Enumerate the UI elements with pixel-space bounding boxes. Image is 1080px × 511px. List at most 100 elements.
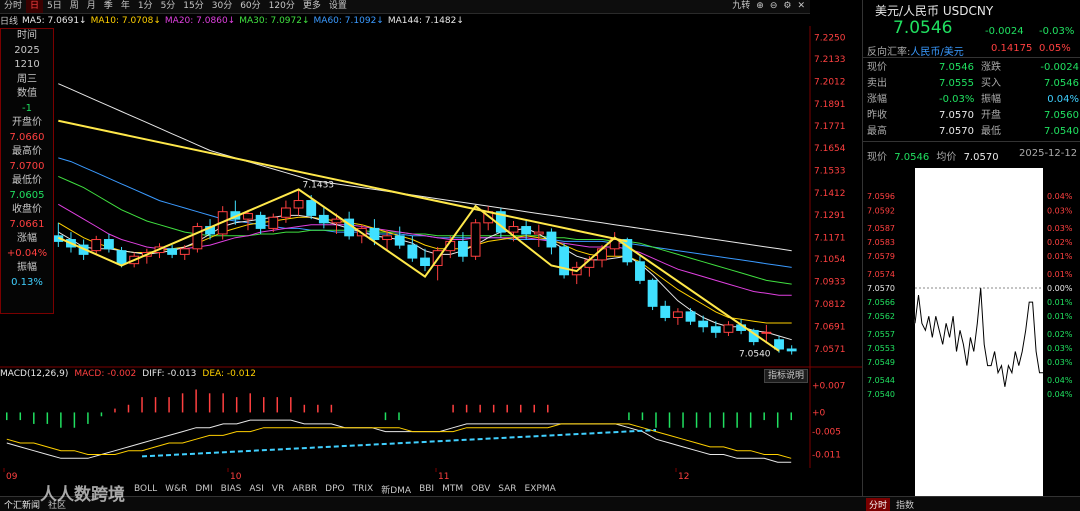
ma-legend-item: MA144: 7.1482↓ bbox=[387, 15, 464, 26]
intraday-pct-tick: 0.04% bbox=[1047, 376, 1073, 385]
candle-body bbox=[280, 207, 291, 218]
candle-body bbox=[559, 246, 570, 276]
indicator-tab[interactable]: ARBR bbox=[288, 484, 321, 494]
close-icon[interactable]: ✕ bbox=[794, 0, 808, 13]
quote-label: 振幅 bbox=[981, 94, 1001, 105]
info-line: -1 bbox=[22, 102, 32, 114]
info-line: 振幅 bbox=[17, 262, 37, 273]
y-tick-label: 7.1054 bbox=[814, 255, 846, 265]
macd-y-tick: -0.011 bbox=[812, 451, 841, 461]
indicator-tab[interactable]: BOLL bbox=[130, 484, 161, 494]
indicator-tab[interactable]: MTM bbox=[438, 484, 467, 494]
candle-body bbox=[116, 250, 127, 265]
intraday-chart[interactable]: 7.0596 0.04% 7.0592 0.03% 7.0587 0.03% 7.0583 0… bbox=[863, 168, 1080, 496]
candle-body bbox=[255, 214, 266, 229]
period-tab[interactable]: 设置 bbox=[325, 0, 351, 13]
candle-body bbox=[91, 239, 102, 252]
candle-body bbox=[635, 261, 645, 281]
period-tab[interactable]: 5分 bbox=[157, 0, 180, 13]
indicator-tab[interactable]: OBV bbox=[467, 484, 494, 494]
quote-label: 卖出 bbox=[867, 78, 887, 89]
macd-chart[interactable]: +0.007 +0 -0.005 -0.011 bbox=[0, 368, 862, 468]
indicator-tab[interactable]: EXPMA bbox=[521, 484, 560, 494]
high-annotation: 7.1433 bbox=[303, 180, 335, 190]
candle-body bbox=[508, 226, 519, 233]
tab-index[interactable]: 指数 bbox=[890, 498, 920, 511]
candle-body bbox=[672, 311, 683, 318]
info-line: 涨幅 bbox=[17, 233, 37, 244]
period-tab[interactable]: 周 bbox=[66, 0, 83, 13]
quote-date: 2025-12-12 bbox=[1019, 148, 1078, 159]
indicator-tab[interactable]: W&R bbox=[161, 484, 191, 494]
indicator-tab[interactable]: TRIX bbox=[349, 484, 378, 494]
indicator-tab[interactable]: DPO bbox=[321, 484, 348, 494]
candle-body bbox=[660, 305, 671, 318]
info-line: 7.0605 bbox=[9, 189, 45, 201]
avg-price-label: 均价 bbox=[936, 152, 957, 163]
divergence-trend-line bbox=[141, 429, 657, 458]
x-tick-label: 12 bbox=[678, 472, 689, 482]
nine-turn-button[interactable]: 九转 bbox=[729, 0, 753, 13]
period-tab[interactable]: 60分 bbox=[236, 0, 264, 13]
quote-row: 卖出 7.0555 买入 7.0546 bbox=[867, 76, 1079, 92]
quote-label: 昨收 bbox=[867, 110, 887, 121]
quote-label: 买入 bbox=[981, 78, 1001, 89]
intraday-y-tick: 7.0583 bbox=[867, 238, 895, 247]
candle-body bbox=[647, 279, 658, 307]
period-tab[interactable]: 15分 bbox=[179, 0, 207, 13]
indicator-tab[interactable]: BBI bbox=[415, 484, 438, 494]
period-tab[interactable]: 1分 bbox=[134, 0, 157, 13]
info-line: 2025 bbox=[14, 44, 40, 56]
candle-body bbox=[786, 348, 797, 352]
zoom-in-icon[interactable]: ⊕ bbox=[753, 0, 767, 13]
period-tab[interactable]: 更多 bbox=[299, 0, 325, 13]
candle-body bbox=[698, 320, 709, 328]
period-tab[interactable]: 5日 bbox=[43, 0, 66, 13]
info-line: 0.13% bbox=[11, 276, 43, 288]
indicator-tab[interactable]: ASI bbox=[245, 484, 268, 494]
tab-intraday[interactable]: 分时 bbox=[866, 498, 891, 511]
period-tab[interactable]: 年 bbox=[117, 0, 134, 13]
quote-label: 涨跌 bbox=[981, 62, 1001, 73]
candle-body bbox=[167, 248, 178, 255]
tab-news[interactable]: 个汇新闻 bbox=[0, 498, 44, 511]
period-tab[interactable]: 分时 bbox=[0, 0, 26, 13]
candlestick-chart[interactable]: 7.2250 7.2133 7.2012 7.1891 7.1771 7.1654 7.15… bbox=[0, 26, 862, 368]
period-tab[interactable]: 120分 bbox=[265, 0, 299, 13]
indicator-tab[interactable]: 新DMA bbox=[377, 483, 415, 496]
period-tab[interactable]: 日 bbox=[26, 0, 44, 13]
indicator-tab[interactable]: BIAS bbox=[217, 484, 246, 494]
info-line: 周三 bbox=[17, 73, 37, 85]
quote-label: 涨幅 bbox=[867, 94, 887, 105]
indicator-tab[interactable]: SAR bbox=[494, 484, 520, 494]
info-line: 7.0700 bbox=[9, 160, 45, 172]
indicator-tab[interactable]: DMI bbox=[191, 484, 216, 494]
live-price: 7.0546 bbox=[894, 152, 930, 163]
zoom-out-icon[interactable]: ⊖ bbox=[767, 0, 781, 13]
period-tab[interactable]: 30分 bbox=[208, 0, 236, 13]
y-tick-label: 7.1654 bbox=[814, 144, 846, 154]
quote-value: 7.0555 bbox=[939, 78, 974, 89]
candle-body bbox=[470, 222, 481, 257]
period-tab[interactable]: 月 bbox=[83, 0, 100, 13]
macd-y-tick: +0 bbox=[812, 408, 826, 418]
period-tab-bar: 分时日 5日周月季年 1分 5分 15分 30分 60分 120分 更多 设置 九转 ⊕ ⊖ ⚙ ✕ bbox=[0, 0, 810, 14]
info-line: 开盘价 bbox=[12, 117, 42, 128]
quote-label: 最低 bbox=[981, 126, 1001, 137]
intraday-pct-tick: 0.03% bbox=[1047, 358, 1073, 367]
intraday-pct-tick: 0.01% bbox=[1047, 312, 1073, 321]
quote-row: 涨幅 -0.03% 振幅 0.04% bbox=[867, 92, 1079, 108]
settings-icon[interactable]: ⚙ bbox=[780, 0, 794, 13]
indicator-tab[interactable]: VR bbox=[268, 484, 288, 494]
intraday-background bbox=[915, 168, 1043, 496]
candle-body bbox=[407, 244, 418, 259]
intraday-y-tick: 7.0587 bbox=[867, 224, 895, 233]
intraday-y-tick: 7.0570 bbox=[867, 284, 895, 293]
intraday-y-tick: 7.0579 bbox=[867, 252, 895, 261]
y-tick-label: 7.1171 bbox=[814, 233, 846, 243]
candle-body bbox=[331, 218, 342, 224]
period-tab[interactable]: 季 bbox=[100, 0, 117, 13]
intraday-pct-tick: 0.01% bbox=[1047, 298, 1073, 307]
y-tick-label: 7.1533 bbox=[814, 166, 846, 176]
candle-body bbox=[458, 240, 468, 257]
